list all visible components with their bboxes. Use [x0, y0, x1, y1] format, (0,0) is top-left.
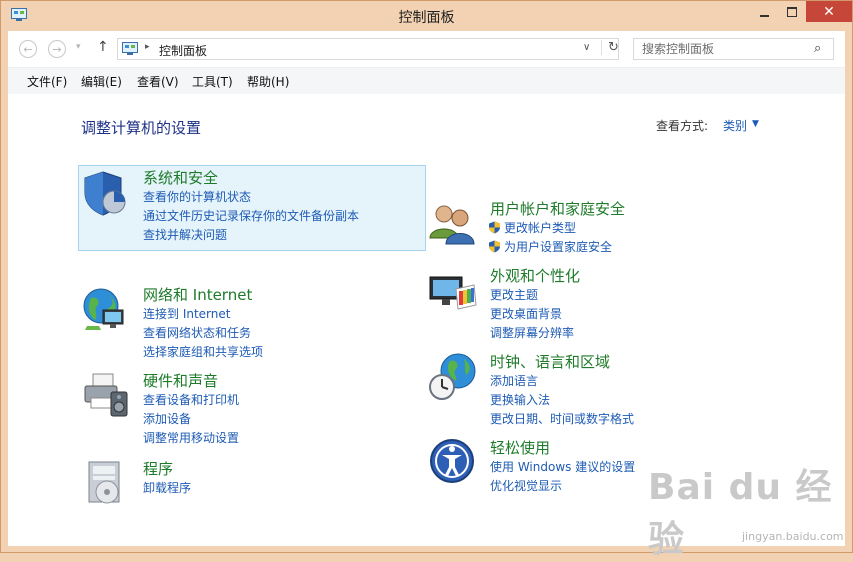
network-globe-icon: [83, 288, 124, 330]
back-arrow-icon: ←: [23, 42, 33, 56]
recent-locations-dropdown[interactable]: ▾: [76, 42, 81, 52]
forward-arrow-icon: →: [52, 42, 62, 56]
up-button[interactable]: ↑: [97, 39, 109, 55]
breadcrumb-separator-icon[interactable]: ▸: [145, 42, 150, 52]
link-view-computer-status[interactable]: 查看你的计算机状态: [143, 188, 251, 205]
close-button[interactable]: ✕: [806, 1, 852, 22]
link-network-status[interactable]: 查看网络状态和任务: [143, 324, 251, 341]
link-add-language[interactable]: 添加语言: [490, 372, 538, 389]
view-by-label: 查看方式:: [656, 119, 709, 133]
monitor-palette-icon: [429, 276, 477, 310]
address-dropdown-icon[interactable]: ∨: [583, 42, 590, 53]
programs-disc-icon: [88, 461, 120, 504]
uac-shield-icon: [489, 240, 500, 253]
link-change-input-method[interactable]: 更换输入法: [490, 391, 550, 408]
category-user-accounts[interactable]: 用户帐户和家庭安全 更改帐户类型 为用户设置家庭安全: [426, 198, 786, 254]
printer-speaker-icon: [84, 373, 128, 417]
menu-view[interactable]: 查看(V): [137, 73, 179, 90]
link-homegroup-sharing[interactable]: 选择家庭组和共享选项: [143, 343, 263, 360]
back-button[interactable]: ←: [19, 40, 37, 58]
category-clock-language-region[interactable]: 时钟、语言和区域 添加语言 更换输入法 更改日期、时间或数字格式: [426, 351, 786, 426]
category-title-appearance[interactable]: 外观和个性化: [490, 265, 580, 286]
link-troubleshoot[interactable]: 查找并解决问题: [143, 226, 227, 243]
minimize-icon: [759, 14, 769, 17]
close-icon: ✕: [823, 3, 835, 20]
menu-file[interactable]: 文件(F): [27, 73, 67, 90]
baidu-watermark: Bai du 经验 jingyan.baidu.com: [648, 458, 848, 560]
menu-edit[interactable]: 编辑(E): [81, 73, 122, 90]
category-title-programs[interactable]: 程序: [143, 458, 173, 479]
view-by-chevron-icon[interactable]: ▼: [752, 119, 759, 129]
link-change-account-type-label[interactable]: 更改帐户类型: [504, 221, 576, 235]
uac-shield-icon: [489, 221, 500, 234]
address-bar[interactable]: ▸ 控制面板 ∨ ↻: [117, 38, 619, 60]
watermark-url: jingyan.baidu.com: [742, 530, 844, 543]
link-uninstall-program[interactable]: 卸载程序: [143, 479, 191, 496]
breadcrumb-control-panel[interactable]: 控制面板: [159, 42, 207, 59]
link-add-device[interactable]: 添加设备: [143, 410, 191, 427]
menu-bar: 文件(F) 编辑(E) 查看(V) 工具(T) 帮助(H): [8, 67, 845, 95]
forward-button[interactable]: →: [48, 40, 66, 58]
refresh-icon[interactable]: ↻: [601, 40, 619, 55]
link-date-time-format[interactable]: 更改日期、时间或数字格式: [490, 410, 634, 427]
category-title-system-security[interactable]: 系统和安全: [143, 167, 218, 188]
chevron-down-icon: ▾: [76, 42, 81, 52]
view-by-dropdown[interactable]: 类别: [723, 117, 747, 134]
globe-clock-icon: [429, 353, 476, 400]
link-mobility-settings[interactable]: 调整常用移动设置: [143, 429, 239, 446]
title-bar: 控制面板 ✕: [1, 1, 852, 31]
category-title-network-internet[interactable]: 网络和 Internet: [143, 284, 252, 305]
category-title-user-accounts[interactable]: 用户帐户和家庭安全: [490, 198, 625, 219]
category-title-hardware-sound[interactable]: 硬件和声音: [143, 370, 218, 391]
link-devices-printers[interactable]: 查看设备和打印机: [143, 391, 239, 408]
link-connect-internet[interactable]: 连接到 Internet: [143, 305, 230, 322]
up-arrow-icon: ↑: [97, 39, 109, 55]
link-optimize-visual-display[interactable]: 优化视觉显示: [490, 477, 562, 494]
control-panel-location-icon: [122, 42, 138, 55]
shield-pie-icon: [84, 171, 126, 216]
link-windows-recommended-settings[interactable]: 使用 Windows 建议的设置: [490, 458, 635, 475]
users-icon: [429, 205, 475, 245]
search-input[interactable]: [640, 41, 804, 57]
menu-tools[interactable]: 工具(T): [192, 73, 233, 90]
link-family-safety[interactable]: 为用户设置家庭安全: [488, 238, 612, 255]
ease-of-access-icon: [430, 439, 474, 483]
category-network-internet[interactable]: 网络和 Internet 连接到 Internet 查看网络状态和任务 选择家庭…: [79, 284, 419, 359]
link-file-history-backup[interactable]: 通过文件历史记录保存你的文件备份副本: [143, 207, 359, 224]
page-title: 调整计算机的设置: [81, 119, 202, 137]
search-box[interactable]: ⌕: [633, 38, 834, 60]
window-title: 控制面板: [398, 10, 455, 26]
category-hardware-sound[interactable]: 硬件和声音 查看设备和打印机 添加设备 调整常用移动设置: [79, 370, 419, 445]
navigation-bar: ← → ▾ ↑ ▸ 控制面板 ∨ ↻ 搜索控制面板 ⌕: [8, 31, 845, 67]
category-programs[interactable]: 程序 卸载程序: [79, 458, 419, 508]
link-desktop-background[interactable]: 更改桌面背景: [490, 305, 562, 322]
minimize-button[interactable]: [750, 1, 778, 22]
link-screen-resolution[interactable]: 调整屏幕分辨率: [490, 324, 574, 341]
link-change-theme[interactable]: 更改主题: [490, 286, 538, 303]
link-family-safety-label[interactable]: 为用户设置家庭安全: [504, 240, 612, 254]
maximize-icon: [787, 6, 797, 17]
search-icon[interactable]: ⌕: [814, 41, 821, 56]
category-appearance[interactable]: 外观和个性化 更改主题 更改桌面背景 调整屏幕分辨率: [426, 265, 786, 340]
link-change-account-type[interactable]: 更改帐户类型: [488, 219, 576, 236]
maximize-button[interactable]: [778, 1, 806, 22]
category-title-clock-language-region[interactable]: 时钟、语言和区域: [490, 351, 610, 372]
watermark-logo: Bai du 经验: [648, 467, 833, 560]
category-title-ease-of-access[interactable]: 轻松使用: [490, 437, 550, 458]
category-system-security[interactable]: 系统和安全 查看你的计算机状态 通过文件历史记录保存你的文件备份副本 查找并解决…: [78, 165, 426, 251]
menu-help[interactable]: 帮助(H): [247, 73, 289, 90]
